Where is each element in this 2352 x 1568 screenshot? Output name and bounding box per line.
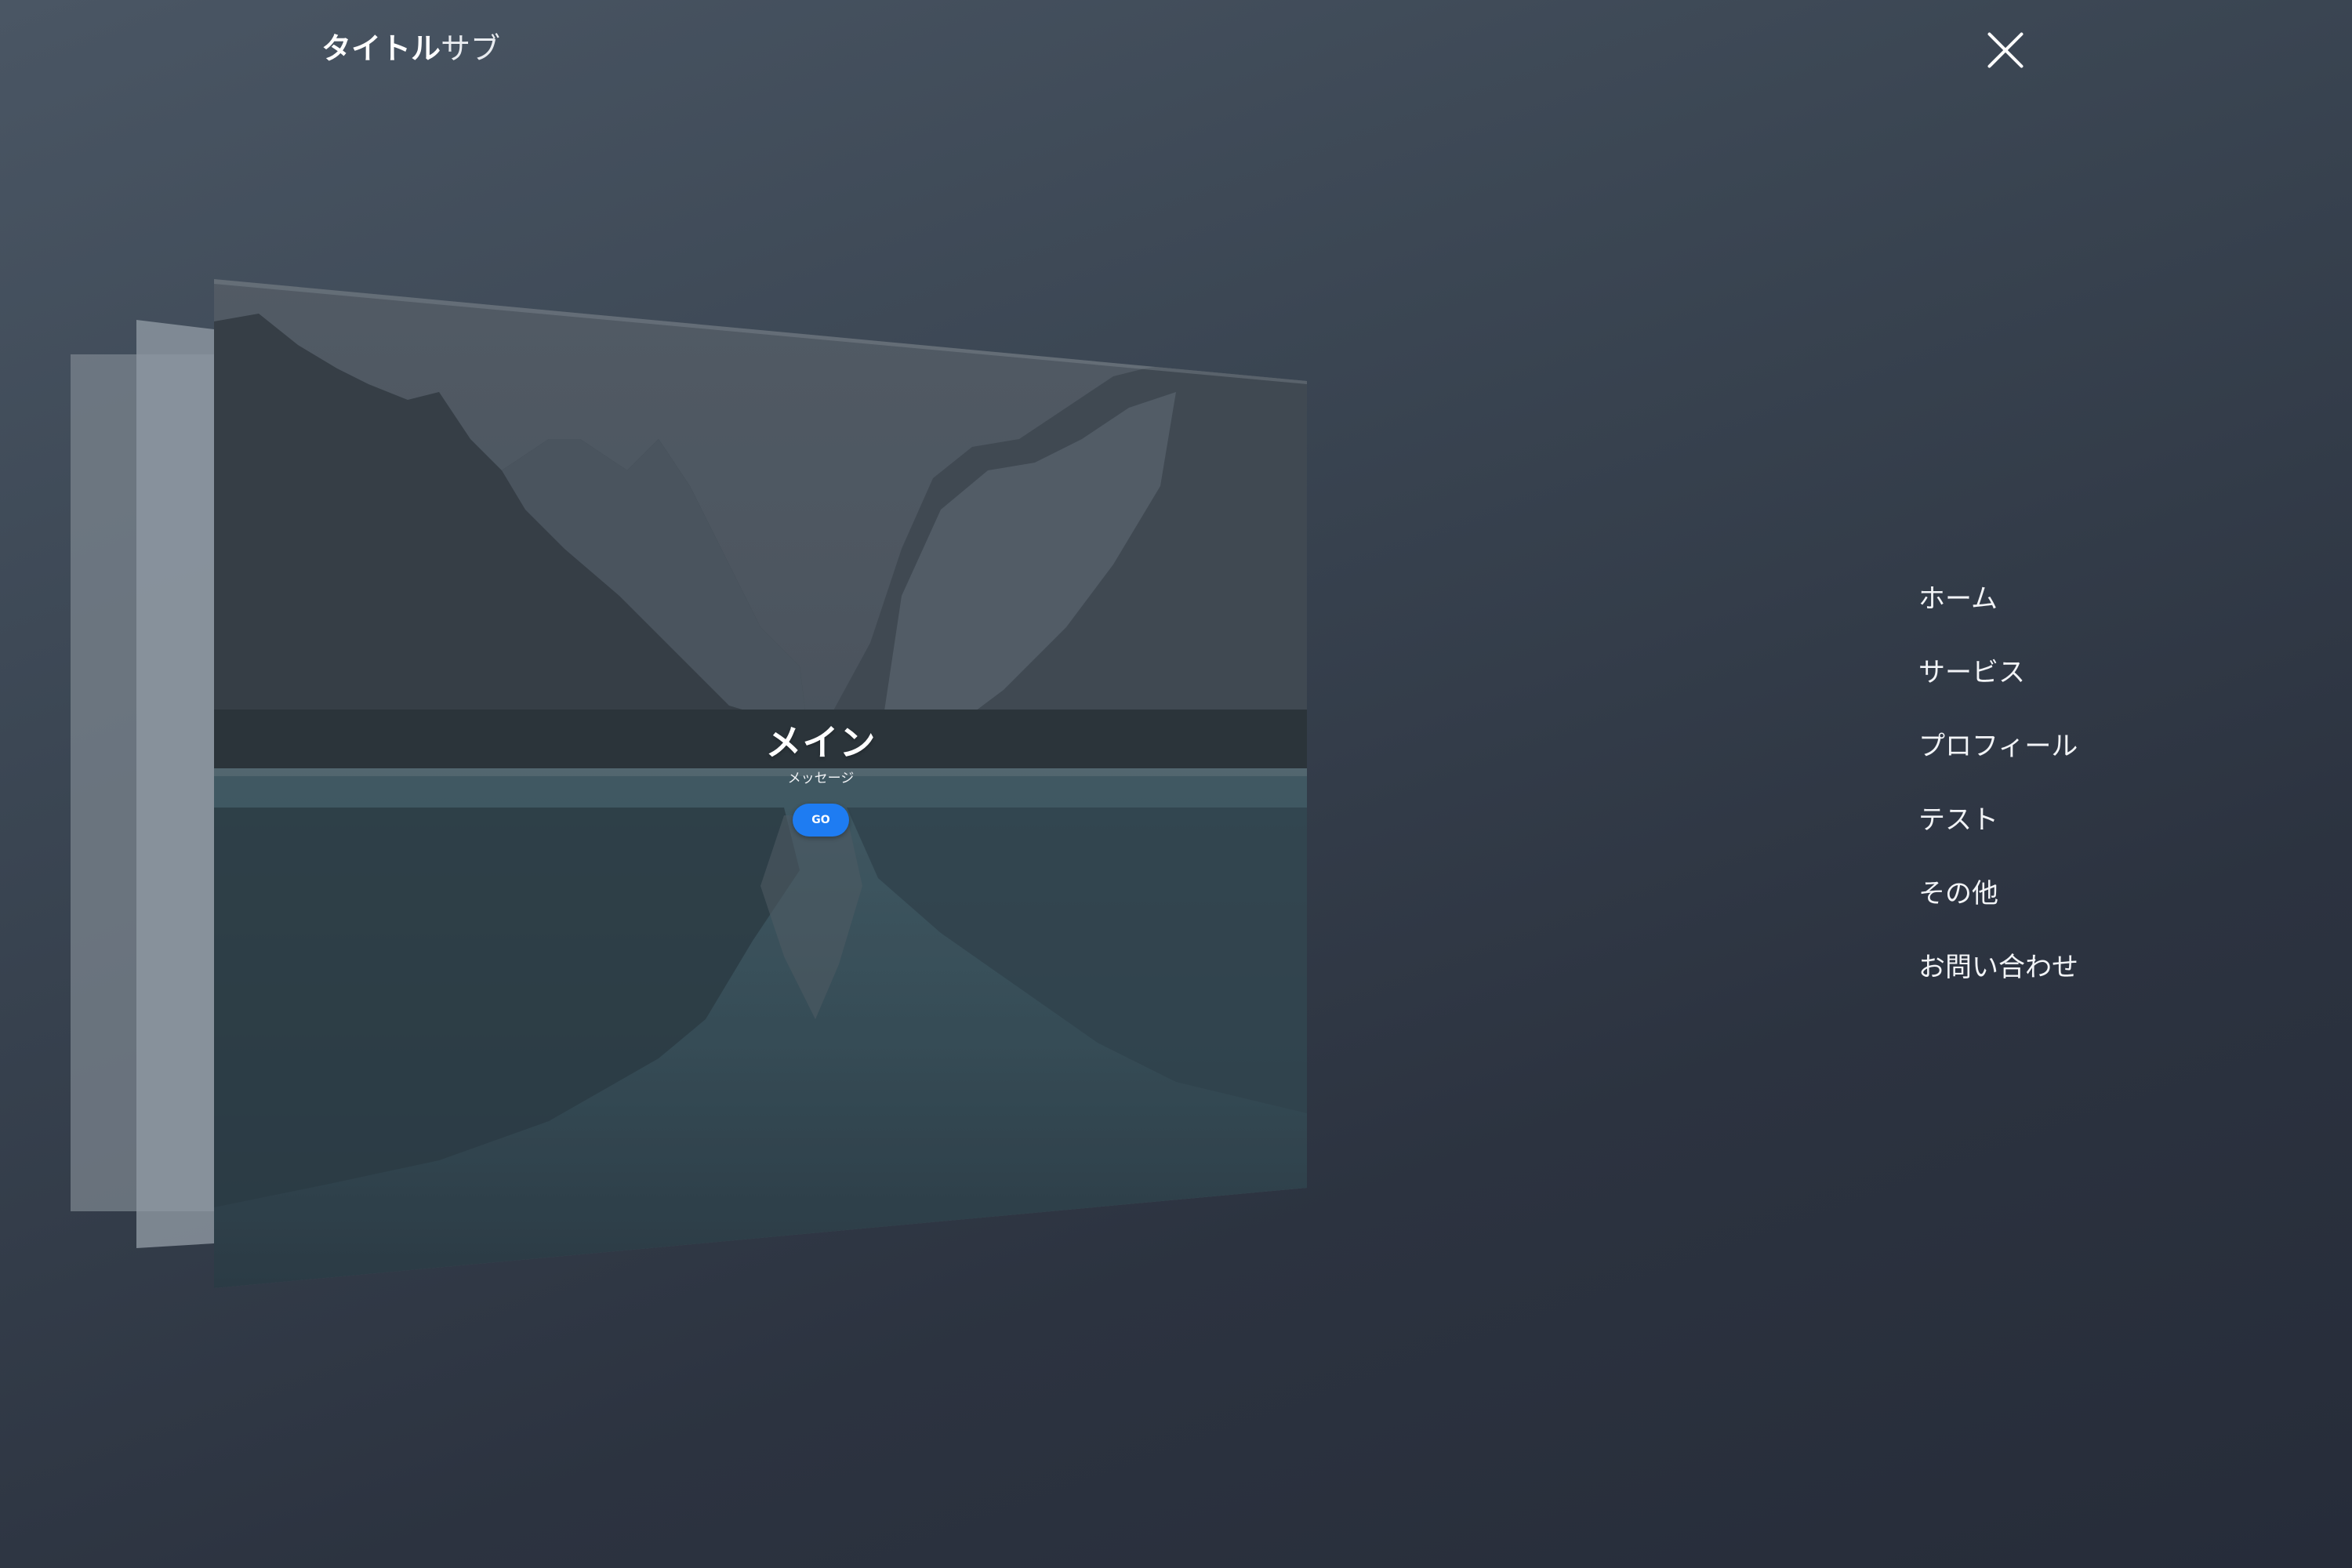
menu-item-profile[interactable]: プロフィール: [1918, 724, 2078, 798]
back-page-1: [136, 320, 214, 1248]
menu-item-other[interactable]: その他: [1918, 872, 2078, 946]
side-menu: ホーム サービス プロフィール テスト その他 お問い合わせ: [1918, 577, 2078, 1019]
go-button[interactable]: GO: [793, 804, 849, 837]
menu-item-contact[interactable]: お問い合わせ: [1918, 946, 2078, 1019]
menu-item-test[interactable]: テスト: [1918, 798, 2078, 872]
menu-item-service[interactable]: サービス: [1918, 651, 2078, 724]
hero-title: メイン: [765, 721, 877, 764]
hero-section: メイン メッセージ GO: [703, 717, 938, 837]
hero-message: メッセージ: [787, 771, 855, 786]
menu-item-home[interactable]: ホーム: [1918, 577, 2078, 651]
